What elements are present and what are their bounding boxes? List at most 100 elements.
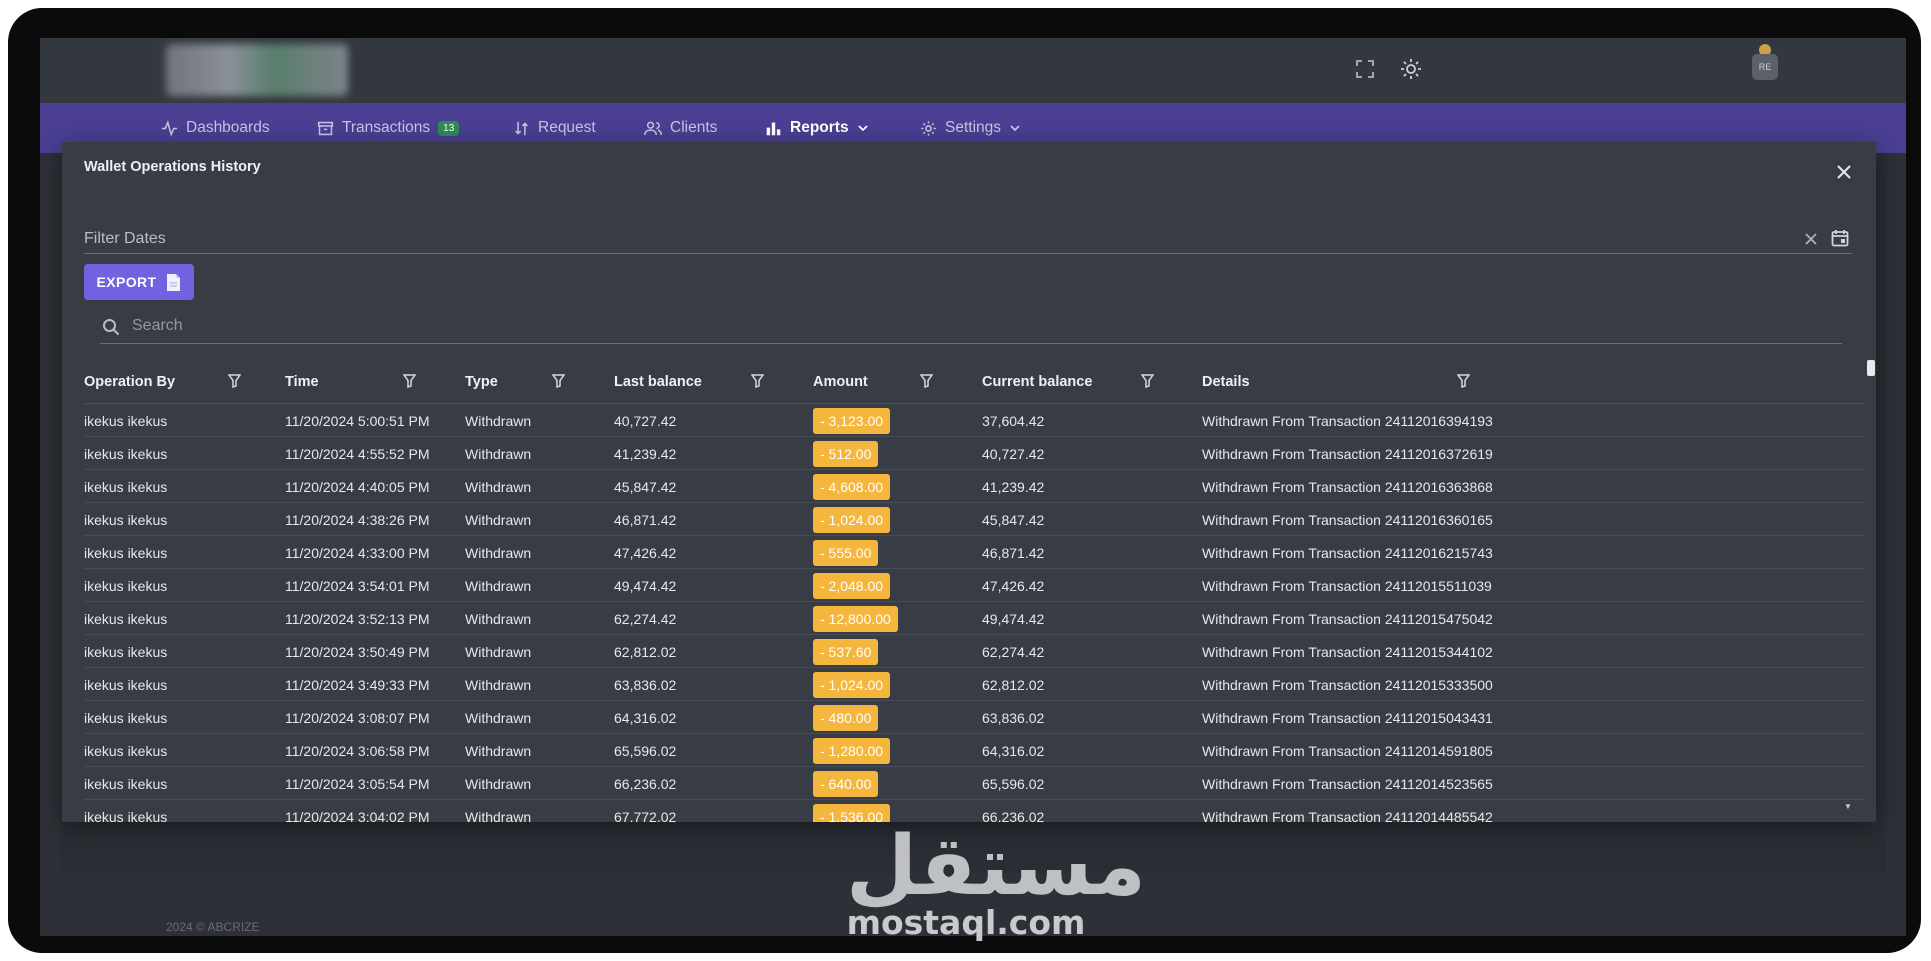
- cell-time: 11/20/2024 3:52:13 PM: [285, 610, 430, 627]
- cell-amount: - 12,800.00: [813, 602, 898, 635]
- cell-operation-by: ikekus ikekus: [84, 478, 168, 495]
- cell-last-balance: 46,871.42: [614, 511, 677, 528]
- amount-badge: - 12,800.00: [813, 605, 898, 632]
- cell-last-balance: 62,812.02: [614, 643, 677, 660]
- cell-current-balance: 47,426.42: [982, 577, 1045, 594]
- cell-last-balance: 67,772.02: [614, 808, 677, 823]
- cell-type: Withdrawn: [465, 643, 532, 660]
- search-input[interactable]: [132, 314, 1732, 338]
- cell-amount: - 1,280.00: [813, 734, 891, 767]
- filter-icon[interactable]: [1454, 372, 1472, 390]
- cell-current-balance: 49,474.42: [982, 610, 1045, 627]
- cell-last-balance: 49,474.42: [614, 577, 677, 594]
- cell-current-balance: 63,836.02: [982, 709, 1045, 726]
- table-row[interactable]: ikekus ikekus 11/20/2024 3:05:54 PM Withdr…: [84, 767, 1864, 800]
- cell-current-balance: 62,812.02: [982, 676, 1045, 693]
- table-row[interactable]: ikekus ikekus 11/20/2024 4:40:05 PM Withdr…: [84, 470, 1864, 503]
- search-field[interactable]: [100, 310, 1842, 344]
- cell-operation-by: ikekus ikekus: [84, 676, 168, 693]
- clear-icon[interactable]: [1800, 228, 1822, 250]
- cell-current-balance: 41,239.42: [982, 478, 1045, 495]
- column-header-current-balance[interactable]: Current balance: [982, 360, 1092, 404]
- table-row[interactable]: ikekus ikekus 11/20/2024 3:49:33 PM Withdr…: [84, 668, 1864, 701]
- chevron-down-icon: [857, 125, 868, 132]
- close-icon[interactable]: [1832, 160, 1856, 184]
- cell-last-balance: 62,274.42: [614, 610, 677, 627]
- filter-icon[interactable]: [225, 372, 243, 390]
- nav-label-clients: Clients: [670, 119, 718, 136]
- cell-current-balance: 65,596.02: [982, 775, 1045, 792]
- scrollbar-thumb[interactable]: [1867, 360, 1875, 376]
- table-row[interactable]: ikekus ikekus 11/20/2024 4:33:00 PM Withdr…: [84, 536, 1864, 569]
- table-row[interactable]: ikekus ikekus 11/20/2024 3:52:13 PM Withdr…: [84, 602, 1864, 635]
- user-avatar[interactable]: RE: [1752, 54, 1778, 80]
- nav-label-dashboards: Dashboards: [186, 119, 270, 136]
- filter-icon[interactable]: [549, 372, 567, 390]
- cell-time: 11/20/2024 3:04:02 PM: [285, 808, 430, 823]
- cell-type: Withdrawn: [465, 445, 532, 462]
- table-row[interactable]: ikekus ikekus 11/20/2024 3:08:07 PM Withdr…: [84, 701, 1864, 734]
- fullscreen-icon[interactable]: [1350, 54, 1380, 84]
- table-row[interactable]: ikekus ikekus 11/20/2024 4:55:52 PM Withdr…: [84, 437, 1864, 470]
- sun-icon[interactable]: [1396, 54, 1426, 84]
- transactions-count-badge: 13: [438, 120, 460, 136]
- cell-last-balance: 47,426.42: [614, 544, 677, 561]
- cell-amount: - 1,024.00: [813, 503, 891, 536]
- activity-icon: [161, 119, 178, 137]
- filter-icon[interactable]: [748, 372, 766, 390]
- cell-amount: - 2,048.00: [813, 569, 891, 602]
- table-row[interactable]: ikekus ikekus 11/20/2024 3:50:49 PM Withdr…: [84, 635, 1864, 668]
- cell-amount: - 512.00: [813, 437, 879, 470]
- cell-operation-by: ikekus ikekus: [84, 742, 168, 759]
- amount-badge: - 2,048.00: [813, 572, 891, 599]
- cell-amount: - 4,608.00: [813, 470, 891, 503]
- cell-amount: - 640.00: [813, 767, 879, 800]
- column-header-details[interactable]: Details: [1202, 360, 1250, 404]
- operations-table: Operation By Time Type Last balance Amount Cu…: [84, 360, 1875, 822]
- column-header-operation-by[interactable]: Operation By: [84, 360, 175, 404]
- filter-icon[interactable]: [1138, 372, 1156, 390]
- table-row[interactable]: ikekus ikekus 11/20/2024 5:00:51 PM Withdr…: [84, 404, 1864, 437]
- date-filter-field[interactable]: Filter Dates: [84, 224, 1852, 254]
- export-button[interactable]: EXPORT: [84, 264, 194, 300]
- amount-badge: - 4,608.00: [813, 473, 891, 500]
- watermark-latin: mostaql.com: [846, 903, 1086, 942]
- table-row[interactable]: ikekus ikekus 11/20/2024 4:38:26 PM Withdr…: [84, 503, 1864, 536]
- table-row[interactable]: ikekus ikekus 11/20/2024 3:54:01 PM Withdr…: [84, 569, 1864, 602]
- table-body: ikekus ikekus 11/20/2024 5:00:51 PM Withdr…: [84, 404, 1864, 822]
- nav-label-request: Request: [538, 119, 596, 136]
- gear-icon: [921, 120, 936, 136]
- cell-last-balance: 66,236.02: [614, 775, 677, 792]
- column-header-type[interactable]: Type: [465, 360, 498, 404]
- cell-current-balance: 64,316.02: [982, 742, 1045, 759]
- column-header-last-balance[interactable]: Last balance: [614, 360, 702, 404]
- column-header-amount[interactable]: Amount: [813, 360, 868, 404]
- cell-details: Withdrawn From Transaction 2411201551103…: [1202, 577, 1492, 594]
- cell-operation-by: ikekus ikekus: [84, 808, 168, 823]
- cell-details: Withdrawn From Transaction 2411201459180…: [1202, 742, 1493, 759]
- cell-last-balance: 63,836.02: [614, 676, 677, 693]
- cell-type: Withdrawn: [465, 511, 532, 528]
- cell-time: 11/20/2024 3:05:54 PM: [285, 775, 430, 792]
- scroll-down-arrow[interactable]: ▼: [1844, 802, 1852, 811]
- amount-badge: - 1,024.00: [813, 506, 891, 533]
- cell-type: Withdrawn: [465, 610, 532, 627]
- cell-last-balance: 41,239.42: [614, 445, 677, 462]
- filter-icon[interactable]: [400, 372, 418, 390]
- cell-amount: - 537.60: [813, 635, 879, 668]
- cell-type: Withdrawn: [465, 775, 532, 792]
- nav-label-reports: Reports: [790, 119, 849, 136]
- cell-type: Withdrawn: [465, 808, 532, 823]
- cell-operation-by: ikekus ikekus: [84, 643, 168, 660]
- nav-label-transactions: Transactions: [342, 119, 431, 136]
- cell-operation-by: ikekus ikekus: [84, 412, 168, 429]
- amount-badge: - 1,024.00: [813, 671, 891, 698]
- chevron-down-icon: [1010, 125, 1020, 132]
- cell-current-balance: 37,604.42: [982, 412, 1045, 429]
- column-header-time[interactable]: Time: [285, 360, 319, 404]
- filter-icon[interactable]: [917, 372, 935, 390]
- table-row[interactable]: ikekus ikekus 11/20/2024 3:06:58 PM Withdr…: [84, 734, 1864, 767]
- calendar-icon[interactable]: [1828, 226, 1852, 250]
- cell-details: Withdrawn From Transaction 2411201504343…: [1202, 709, 1493, 726]
- brand-logo[interactable]: [166, 44, 348, 96]
